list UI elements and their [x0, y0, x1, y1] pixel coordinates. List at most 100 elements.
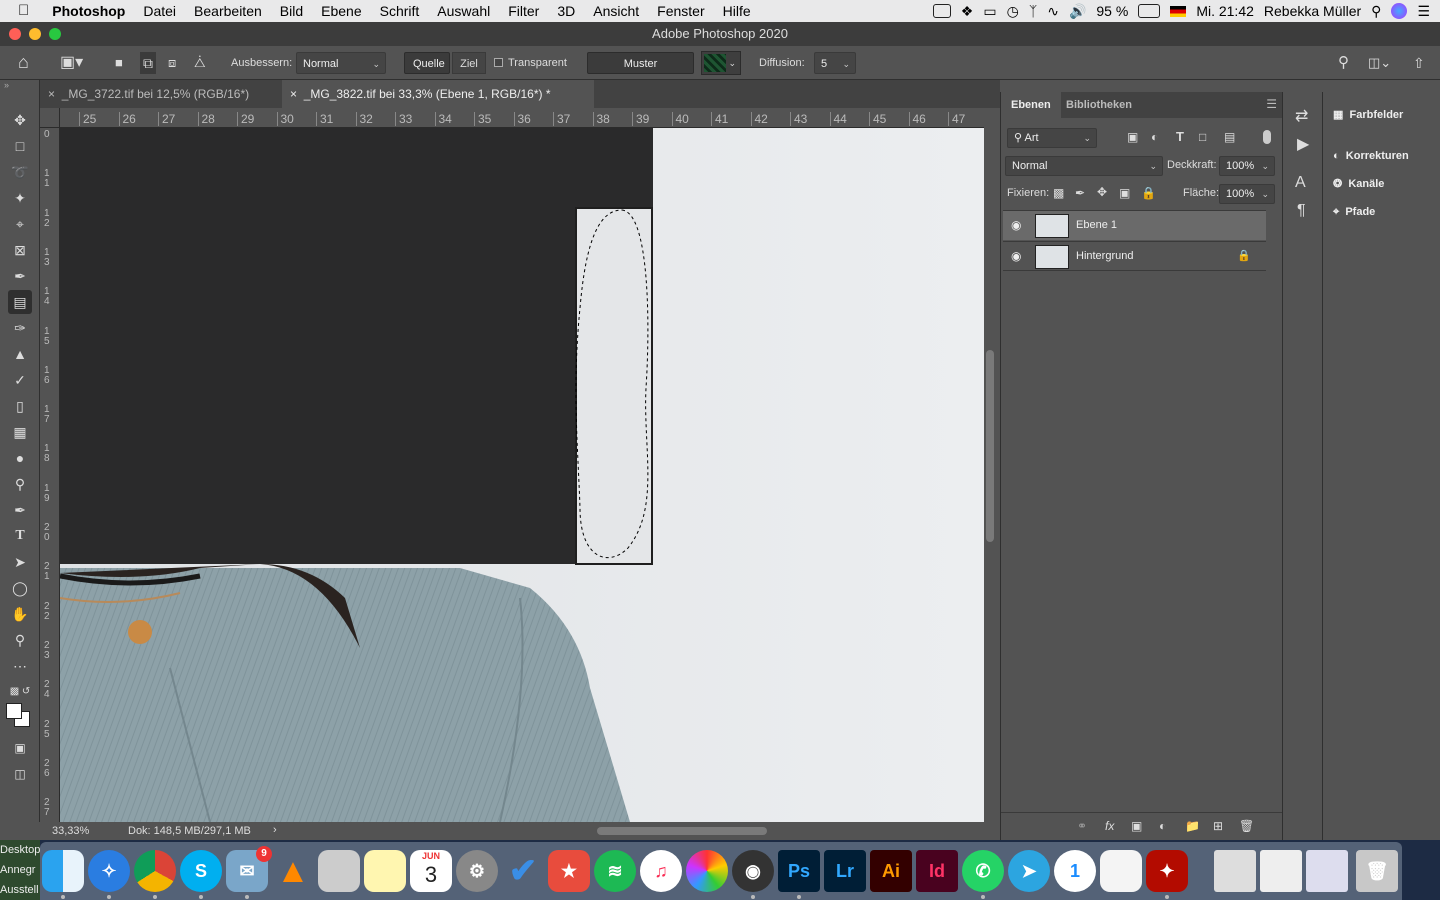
close-tab-icon[interactable]: ×: [48, 87, 55, 101]
patch-tool-icon[interactable]: ▤: [8, 290, 32, 314]
battery-percent[interactable]: 95 %: [1096, 3, 1128, 19]
actions-play-icon[interactable]: ▶: [1297, 134, 1309, 154]
blend-mode-dropdown[interactable]: Normal ⌄: [1005, 156, 1163, 176]
spotlight-icon[interactable]: ⚲: [1371, 3, 1381, 20]
subtract-selection-icon[interactable]: ⧈: [168, 52, 176, 74]
photoshop-icon[interactable]: Ps: [778, 850, 820, 892]
blur-tool-icon[interactable]: ●: [8, 446, 32, 470]
lock-all-icon[interactable]: 🔒: [1141, 186, 1156, 200]
volume-icon[interactable]: 🔊: [1069, 3, 1086, 20]
delete-layer-icon[interactable]: 🗑: [1239, 819, 1254, 833]
default-colors-icon[interactable]: ▩ ↺: [8, 680, 32, 704]
path-selection-tool-icon[interactable]: ➤: [8, 550, 32, 574]
layer-row-ebene-1[interactable]: ◉ Ebene 1: [1003, 210, 1266, 240]
panel-korrekturen[interactable]: ◐ Korrekturen: [1333, 146, 1409, 166]
type-tool-icon[interactable]: T: [8, 524, 32, 548]
hand-tool-icon[interactable]: ✋: [8, 602, 32, 626]
user-name[interactable]: Rebekka Müller: [1264, 3, 1361, 19]
vlc-icon[interactable]: ▲: [272, 850, 314, 892]
calculator-icon[interactable]: [318, 850, 360, 892]
dodge-tool-icon[interactable]: ⚲: [8, 472, 32, 496]
menu-filter[interactable]: Filter: [499, 0, 548, 22]
illustrator-icon[interactable]: Ai: [870, 850, 912, 892]
patch-tool-preset-icon[interactable]: ▣▾: [60, 52, 83, 74]
add-mask-icon[interactable]: ▣: [1131, 819, 1142, 833]
lasso-tool-icon[interactable]: ➰: [8, 160, 32, 184]
zoom-tool-icon[interactable]: ⚲: [8, 628, 32, 652]
close-tab-icon[interactable]: ×: [290, 87, 297, 101]
panel-menu-icon[interactable]: ☰: [1266, 97, 1277, 111]
time-machine-icon[interactable]: ◷: [1007, 3, 1019, 20]
menu-schrift[interactable]: Schrift: [371, 0, 429, 22]
ruler-origin[interactable]: [40, 108, 60, 128]
menu-3d[interactable]: 3D: [548, 0, 584, 22]
layer-name[interactable]: Ebene 1: [1076, 219, 1117, 231]
layer-row-hintergrund[interactable]: ◉ Hintergrund 🔒: [1003, 241, 1266, 271]
intersect-selection-icon[interactable]: ⧊: [194, 52, 206, 74]
filter-adjustment-icon[interactable]: ◐: [1151, 130, 1158, 144]
bluetooth-icon[interactable]: ᛉ: [1029, 3, 1037, 19]
lock-position-icon[interactable]: ✥: [1097, 185, 1107, 199]
ellipse-tool-icon[interactable]: ◯: [8, 576, 32, 600]
filter-type-icon[interactable]: T: [1176, 129, 1184, 144]
gradient-tool-icon[interactable]: ▦: [8, 420, 32, 444]
share-icon[interactable]: ⇧: [1413, 52, 1425, 74]
menu-ebene[interactable]: Ebene: [312, 0, 370, 22]
opacity-field[interactable]: 100% ⌄: [1219, 156, 1275, 176]
menu-app[interactable]: Photoshop: [43, 0, 134, 22]
foreground-color-swatch[interactable]: [6, 703, 22, 719]
whatsapp-icon[interactable]: ✆: [962, 850, 1004, 892]
history-brush-tool-icon[interactable]: ✓: [8, 368, 32, 392]
horizontal-scrollbar[interactable]: [597, 827, 767, 835]
filter-smart-icon[interactable]: ▤: [1224, 130, 1235, 144]
textedit-icon[interactable]: [1100, 850, 1142, 892]
muster-verwenden-button[interactable]: Muster verwenden: [587, 52, 694, 92]
bookmark-icon[interactable]: ★: [548, 850, 590, 892]
aperture-icon[interactable]: ◉: [732, 850, 774, 892]
new-layer-icon[interactable]: ⊞: [1213, 819, 1223, 833]
display-icon[interactable]: [932, 4, 951, 18]
system-preferences-icon[interactable]: ⚙: [456, 850, 498, 892]
panel-farbfelder[interactable]: ▦ Farbfelder: [1333, 105, 1403, 125]
notes-icon[interactable]: [364, 850, 406, 892]
safari-icon[interactable]: ✧: [88, 850, 130, 892]
layer-filter-dropdown[interactable]: ⚲ Art ⌄: [1007, 128, 1097, 148]
siri-icon[interactable]: [1391, 3, 1408, 19]
filter-toggle[interactable]: [1263, 130, 1271, 144]
home-icon[interactable]: ⌂: [18, 51, 29, 73]
dropbox-icon[interactable]: ❖: [961, 3, 974, 20]
skype-icon[interactable]: S: [180, 850, 222, 892]
transparent-label[interactable]: Transparent: [508, 52, 567, 74]
add-selection-icon[interactable]: ⧉: [140, 52, 156, 74]
lightroom-icon[interactable]: Lr: [824, 850, 866, 892]
history-icon[interactable]: ⇄: [1295, 106, 1308, 126]
filter-shape-icon[interactable]: □: [1199, 130, 1206, 144]
more-tools-icon[interactable]: ⋯: [8, 654, 32, 678]
fill-field[interactable]: 100% ⌄: [1219, 184, 1275, 204]
vertical-scrollbar[interactable]: [986, 350, 994, 542]
desktop-label[interactable]: Desktop: [0, 840, 40, 860]
zoom-window-button[interactable]: [49, 28, 61, 40]
trash-icon[interactable]: 🗑: [1356, 850, 1398, 892]
spotify-icon[interactable]: ≋: [594, 850, 636, 892]
onepassword-icon[interactable]: 1: [1054, 850, 1096, 892]
new-group-icon[interactable]: 📁: [1185, 819, 1200, 833]
desktop-label[interactable]: Annegr: [0, 860, 40, 880]
indesign-icon[interactable]: Id: [916, 850, 958, 892]
ausbessern-dropdown[interactable]: Normal ⌄: [296, 52, 386, 74]
photos-icon[interactable]: [686, 850, 728, 892]
finder-icon[interactable]: [42, 850, 84, 892]
tab-document-active[interactable]: × _MG_3822.tif bei 33,3% (Ebene 1, RGB/1…: [282, 80, 594, 108]
diffusion-dropdown[interactable]: 5 ⌄: [814, 52, 856, 74]
battery-icon[interactable]: [1138, 4, 1161, 18]
marquee-tool-icon[interactable]: □: [8, 134, 32, 158]
crop-tool-icon[interactable]: ⌖: [8, 212, 32, 236]
adjustment-layer-icon[interactable]: ◐: [1159, 819, 1166, 833]
visibility-eye-icon[interactable]: ◉: [1011, 218, 1021, 232]
doc-size[interactable]: Dok: 148,5 MB/297,1 MB: [128, 825, 251, 837]
horizontal-ruler[interactable]: 25 26 27 28 29 30 31 32 33 34 35 36 37 38 39 40 41 42 43 44…: [60, 108, 984, 128]
lock-image-icon[interactable]: ✒: [1075, 186, 1085, 200]
tasks-icon[interactable]: ✔: [502, 850, 544, 892]
search-icon[interactable]: ⚲: [1338, 52, 1349, 74]
menu-fenster[interactable]: Fenster: [648, 0, 713, 22]
